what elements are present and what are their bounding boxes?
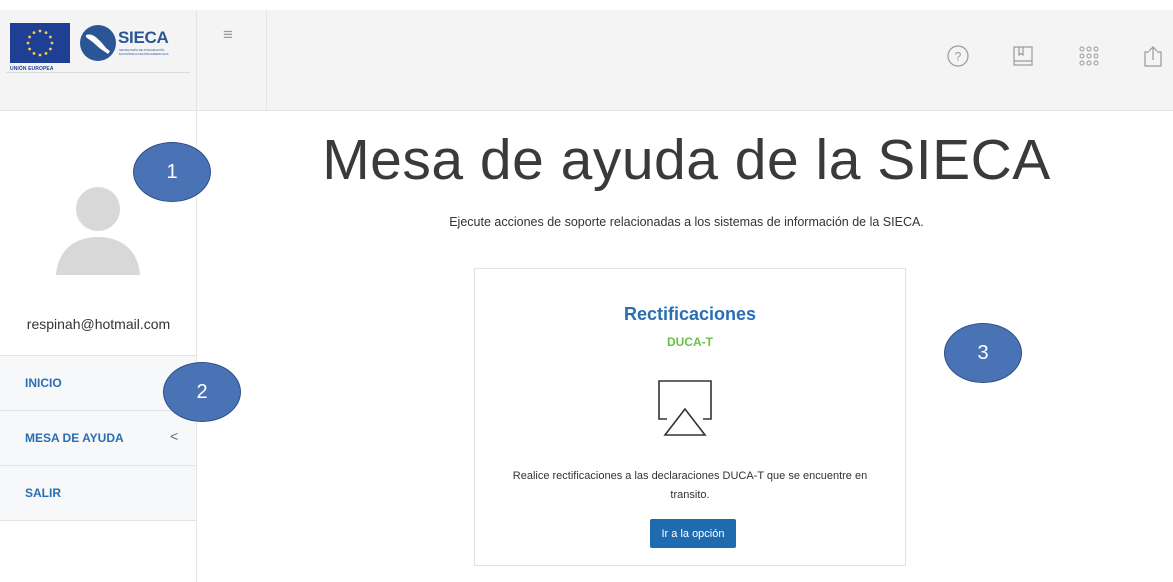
airplay-icon [658, 380, 712, 436]
user-avatar-icon [56, 187, 140, 275]
logo-divider [6, 72, 190, 73]
card-subtitle: DUCA-T [667, 335, 713, 349]
chevron-left-icon: < [170, 428, 179, 444]
ir-a-la-opcion-button[interactable]: Ir a la opción [650, 519, 736, 548]
eu-flag-logo [10, 23, 70, 63]
sidebar-item-label: INICIO [25, 376, 62, 390]
user-email: respinah@hotmail.com [26, 316, 171, 332]
card-description: Realice rectificaciones a las declaracio… [512, 470, 868, 501]
book-icon[interactable] [1011, 44, 1035, 68]
sidebar-item-label: MESA DE AYUDA [25, 431, 124, 445]
page-title: Mesa de ayuda de la SIECA [322, 128, 1051, 192]
rectificaciones-card: Rectificaciones DUCA-T Realice rectifica… [474, 268, 906, 566]
logo-area: UNIÓN EUROPEA SIECA SECRETARÍA DE INTEGR… [0, 10, 197, 110]
sidebar-item-label: SALIR [25, 486, 61, 500]
help-icon[interactable]: ? [946, 44, 970, 68]
apps-grid-icon[interactable] [1077, 44, 1101, 68]
brand-subtitle: SECRETARÍA DE INTEGRACIÓN ECONÓMICA CENT… [119, 48, 169, 56]
card-title: Rectificaciones [623, 304, 757, 324]
menu-toggle-button[interactable]: ≡ [197, 10, 267, 110]
callout-2: 2 [163, 362, 241, 422]
page-subtitle: Ejecute acciones de soporte relacionadas… [449, 215, 924, 229]
sidebar-item-mesa-de-ayuda[interactable]: MESA DE AYUDA < [0, 410, 196, 465]
hamburger-icon: ≡ [223, 25, 233, 44]
callout-3: 3 [944, 323, 1022, 383]
sidebar-divider [0, 520, 196, 521]
svg-text:?: ? [955, 50, 962, 64]
top-bar: UNIÓN EUROPEA SIECA SECRETARÍA DE INTEGR… [0, 10, 1173, 111]
sidebar-item-salir[interactable]: SALIR [0, 465, 196, 520]
brand-name: SIECA [118, 28, 169, 47]
callout-1: 1 [133, 142, 211, 202]
upload-icon[interactable] [1141, 44, 1165, 68]
